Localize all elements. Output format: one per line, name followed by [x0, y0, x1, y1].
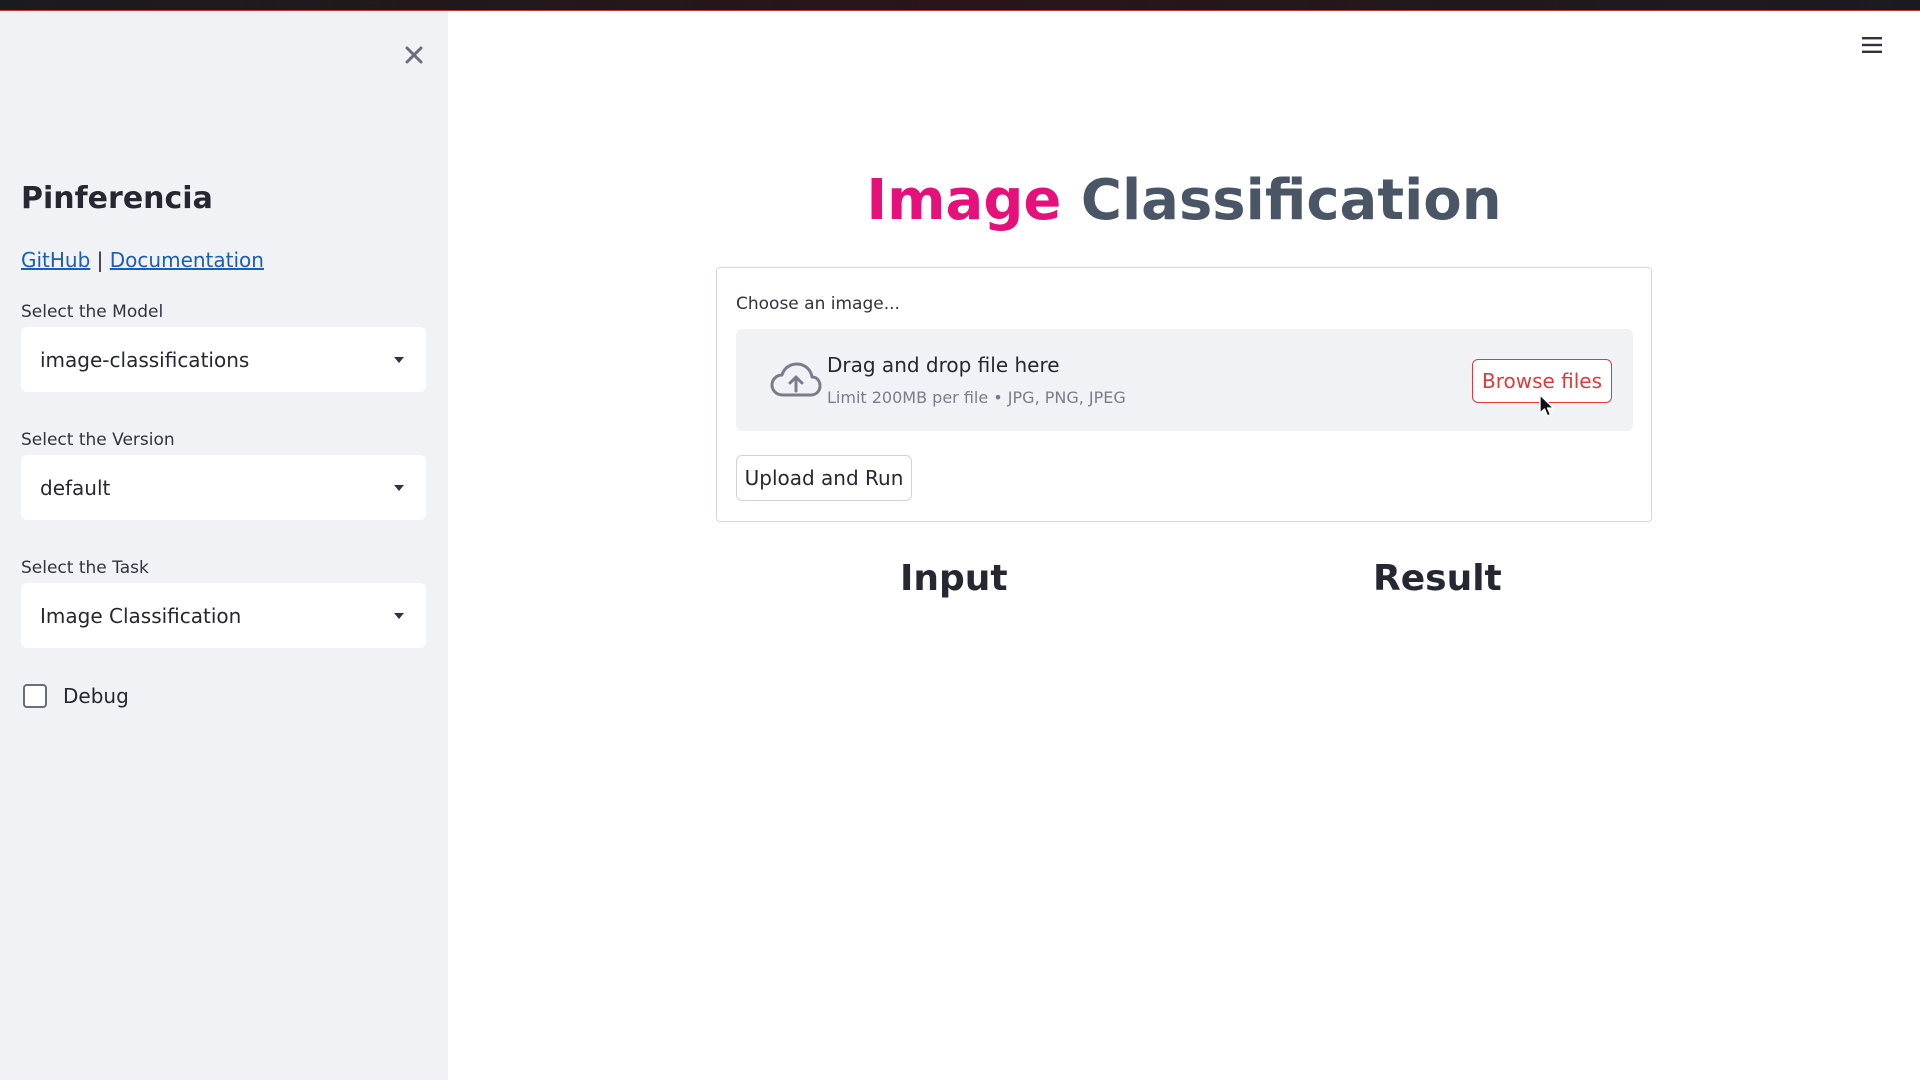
debug-toggle[interactable]: Debug [23, 684, 129, 708]
model-select[interactable]: image-classifications [21, 327, 426, 392]
chevron-down-icon [394, 485, 404, 491]
page-title-accent: Image [866, 168, 1062, 233]
debug-checkbox[interactable] [23, 684, 47, 708]
github-link[interactable]: GitHub [21, 248, 90, 272]
version-select[interactable]: default [21, 455, 426, 520]
documentation-link[interactable]: Documentation [110, 248, 264, 272]
task-select-label: Select the Task [21, 558, 149, 578]
dropzone[interactable]: Drag and drop file here Limit 200MB per … [736, 329, 1633, 431]
debug-label: Debug [63, 684, 129, 708]
hamburger-menu-icon [1862, 37, 1882, 53]
page-title: Image Classification [448, 168, 1920, 233]
link-separator: | [96, 248, 104, 272]
cloud-upload-icon [770, 362, 822, 397]
page-title-main: Classification [1080, 168, 1502, 233]
version-select-label: Select the Version [21, 430, 175, 450]
model-select-label: Select the Model [21, 302, 164, 322]
mouse-cursor-icon [1539, 394, 1555, 417]
close-icon [405, 46, 423, 64]
close-sidebar-button[interactable] [399, 40, 429, 70]
model-select-value: image-classifications [40, 347, 250, 372]
task-select-value: Image Classification [40, 603, 242, 628]
chevron-down-icon [394, 613, 404, 619]
chevron-down-icon [394, 357, 404, 363]
file-uploader: Choose an image... Drag and drop file he… [716, 267, 1652, 522]
upload-and-run-button[interactable]: Upload and Run [736, 455, 912, 501]
uploader-label: Choose an image... [736, 294, 900, 314]
version-select-value: default [40, 475, 111, 500]
dropzone-limit: Limit 200MB per file • JPG, PNG, JPEG [827, 388, 1126, 407]
main-menu-button[interactable] [1862, 36, 1890, 60]
sidebar-links: GitHub | Documentation [21, 248, 264, 272]
app-title: Pinferencia [21, 181, 213, 216]
sidebar: Pinferencia GitHub | Documentation Selec… [0, 11, 448, 1080]
input-heading: Input [900, 558, 1008, 599]
result-heading: Result [1373, 558, 1502, 599]
task-select[interactable]: Image Classification [21, 583, 426, 648]
top-decoration-bar [0, 0, 1920, 11]
dropzone-title: Drag and drop file here [827, 353, 1060, 377]
